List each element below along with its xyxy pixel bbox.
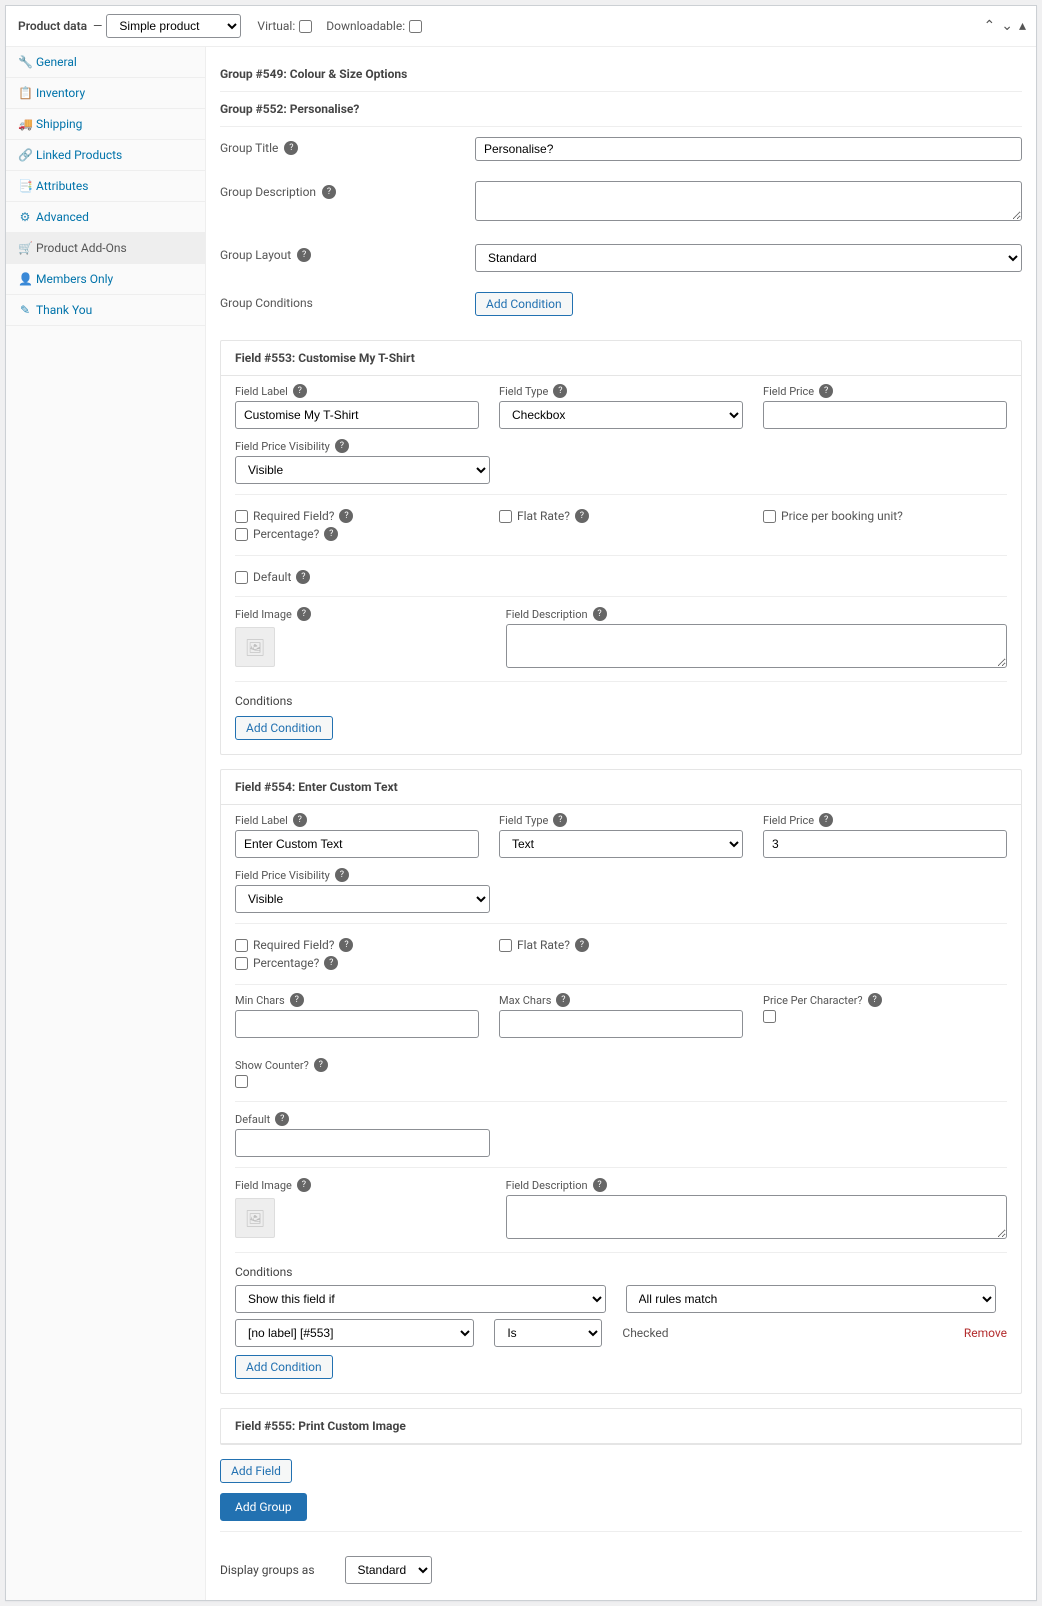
help-icon[interactable]: ?: [314, 1058, 328, 1072]
condition-op-select[interactable]: Is: [494, 1319, 602, 1347]
percentage-checkbox[interactable]: [235, 957, 248, 970]
help-icon[interactable]: ?: [297, 607, 311, 621]
field-label-input[interactable]: [235, 401, 479, 429]
field-label-input[interactable]: [235, 830, 479, 858]
help-icon[interactable]: ?: [553, 384, 567, 398]
tab-advanced[interactable]: ⚙Advanced: [6, 202, 205, 233]
add-field-button[interactable]: Add Field: [220, 1459, 292, 1483]
virtual-checkbox[interactable]: [299, 20, 312, 33]
panel-down-icon[interactable]: ⌄: [1001, 18, 1013, 34]
group-desc-label: Group Description: [220, 185, 316, 199]
tab-attributes[interactable]: 📑Attributes: [6, 171, 205, 202]
help-icon[interactable]: ?: [575, 509, 589, 523]
add-group-button[interactable]: Add Group: [220, 1493, 307, 1521]
remove-condition-link[interactable]: Remove: [964, 1326, 1007, 1340]
condition-match-select[interactable]: All rules match: [626, 1285, 997, 1313]
flat-rate-checkbox[interactable]: [499, 939, 512, 952]
help-icon[interactable]: ?: [339, 509, 353, 523]
panel-title: Product data: [18, 19, 87, 33]
display-groups-label: Display groups as: [220, 1563, 315, 1577]
group-title-input[interactable]: [475, 137, 1022, 161]
downloadable-checkbox[interactable]: [409, 20, 422, 33]
show-counter-checkbox[interactable]: [235, 1075, 248, 1088]
default-input[interactable]: [235, 1129, 490, 1157]
group-549-header[interactable]: Group #549: Colour & Size Options: [220, 57, 1022, 92]
group-layout-label: Group Layout: [220, 248, 291, 262]
field-price-input[interactable]: [763, 401, 1007, 429]
field-553-header[interactable]: Field #553: Customise My T-Shirt: [221, 341, 1021, 376]
help-icon[interactable]: ?: [556, 993, 570, 1007]
help-icon[interactable]: ?: [819, 813, 833, 827]
price-per-booking-checkbox[interactable]: [763, 510, 776, 523]
product-type-select[interactable]: Simple product: [106, 14, 241, 38]
virtual-label: Virtual:: [257, 19, 295, 33]
field-type-select[interactable]: Checkbox: [499, 401, 743, 429]
help-icon[interactable]: ?: [335, 439, 349, 453]
downloadable-label: Downloadable:: [326, 19, 405, 33]
panel-up-icon[interactable]: ⌃: [984, 18, 996, 34]
price-per-char-checkbox[interactable]: [763, 1010, 776, 1023]
help-icon[interactable]: ?: [290, 993, 304, 1007]
condition-field-select[interactable]: [no label] [#553]: [235, 1319, 474, 1347]
default-checkbox[interactable]: [235, 571, 248, 584]
product-data-header: Product data — Simple product Virtual: D…: [6, 6, 1036, 47]
flat-rate-checkbox[interactable]: [499, 510, 512, 523]
help-icon[interactable]: ?: [324, 956, 338, 970]
help-icon[interactable]: ?: [324, 527, 338, 541]
group-title-label: Group Title: [220, 141, 278, 155]
help-icon[interactable]: ?: [322, 185, 336, 199]
field-image-placeholder[interactable]: [235, 627, 275, 667]
tab-shipping[interactable]: 🚚Shipping: [6, 109, 205, 140]
field-555-header[interactable]: Field #555: Print Custom Image: [221, 1409, 1021, 1444]
tab-linked-products[interactable]: 🔗Linked Products: [6, 140, 205, 171]
add-field-condition-button[interactable]: Add Condition: [235, 716, 333, 740]
tab-inventory[interactable]: 📋Inventory: [6, 78, 205, 109]
field-description-input[interactable]: [506, 624, 1007, 668]
help-icon[interactable]: ?: [297, 248, 311, 262]
help-icon[interactable]: ?: [284, 141, 298, 155]
tab-general[interactable]: 🔧General: [6, 47, 205, 78]
condition-action-select[interactable]: Show this field if: [235, 1285, 606, 1313]
field-554-header[interactable]: Field #554: Enter Custom Text: [221, 770, 1021, 805]
product-data-tabs: 🔧General 📋Inventory 🚚Shipping 🔗Linked Pr…: [6, 47, 206, 1600]
help-icon[interactable]: ?: [553, 813, 567, 827]
field-type-select[interactable]: Text: [499, 830, 743, 858]
price-visibility-select[interactable]: Visible: [235, 456, 490, 484]
group-desc-input[interactable]: [475, 181, 1022, 221]
help-icon[interactable]: ?: [575, 938, 589, 952]
field-price-input[interactable]: [763, 830, 1007, 858]
help-icon[interactable]: ?: [868, 993, 882, 1007]
help-icon[interactable]: ?: [293, 813, 307, 827]
field-description-input[interactable]: [506, 1195, 1007, 1239]
required-checkbox[interactable]: [235, 510, 248, 523]
add-field-condition-button[interactable]: Add Condition: [235, 1355, 333, 1379]
max-chars-input[interactable]: [499, 1010, 743, 1038]
panel-toggle-icon[interactable]: ▴: [1019, 18, 1026, 34]
condition-value-label: Checked: [622, 1326, 943, 1340]
tab-thank-you[interactable]: ✎Thank You: [6, 295, 205, 326]
group-layout-select[interactable]: Standard: [475, 244, 1022, 272]
help-icon[interactable]: ?: [297, 1178, 311, 1192]
tab-members-only[interactable]: 👤Members Only: [6, 264, 205, 295]
min-chars-input[interactable]: [235, 1010, 479, 1038]
group-552-header[interactable]: Group #552: Personalise?: [220, 92, 1022, 127]
help-icon[interactable]: ?: [593, 1178, 607, 1192]
display-groups-select[interactable]: Standard: [345, 1556, 432, 1584]
add-group-condition-button[interactable]: Add Condition: [475, 292, 573, 316]
help-icon[interactable]: ?: [296, 570, 310, 584]
help-icon[interactable]: ?: [275, 1112, 289, 1126]
tab-product-addons[interactable]: 🛒Product Add-Ons: [6, 233, 205, 264]
help-icon[interactable]: ?: [293, 384, 307, 398]
price-visibility-select[interactable]: Visible: [235, 885, 490, 913]
help-icon[interactable]: ?: [819, 384, 833, 398]
field-image-placeholder[interactable]: [235, 1198, 275, 1238]
help-icon[interactable]: ?: [593, 607, 607, 621]
required-checkbox[interactable]: [235, 939, 248, 952]
help-icon[interactable]: ?: [335, 868, 349, 882]
percentage-checkbox[interactable]: [235, 528, 248, 541]
help-icon[interactable]: ?: [339, 938, 353, 952]
group-conditions-label: Group Conditions: [220, 296, 313, 310]
